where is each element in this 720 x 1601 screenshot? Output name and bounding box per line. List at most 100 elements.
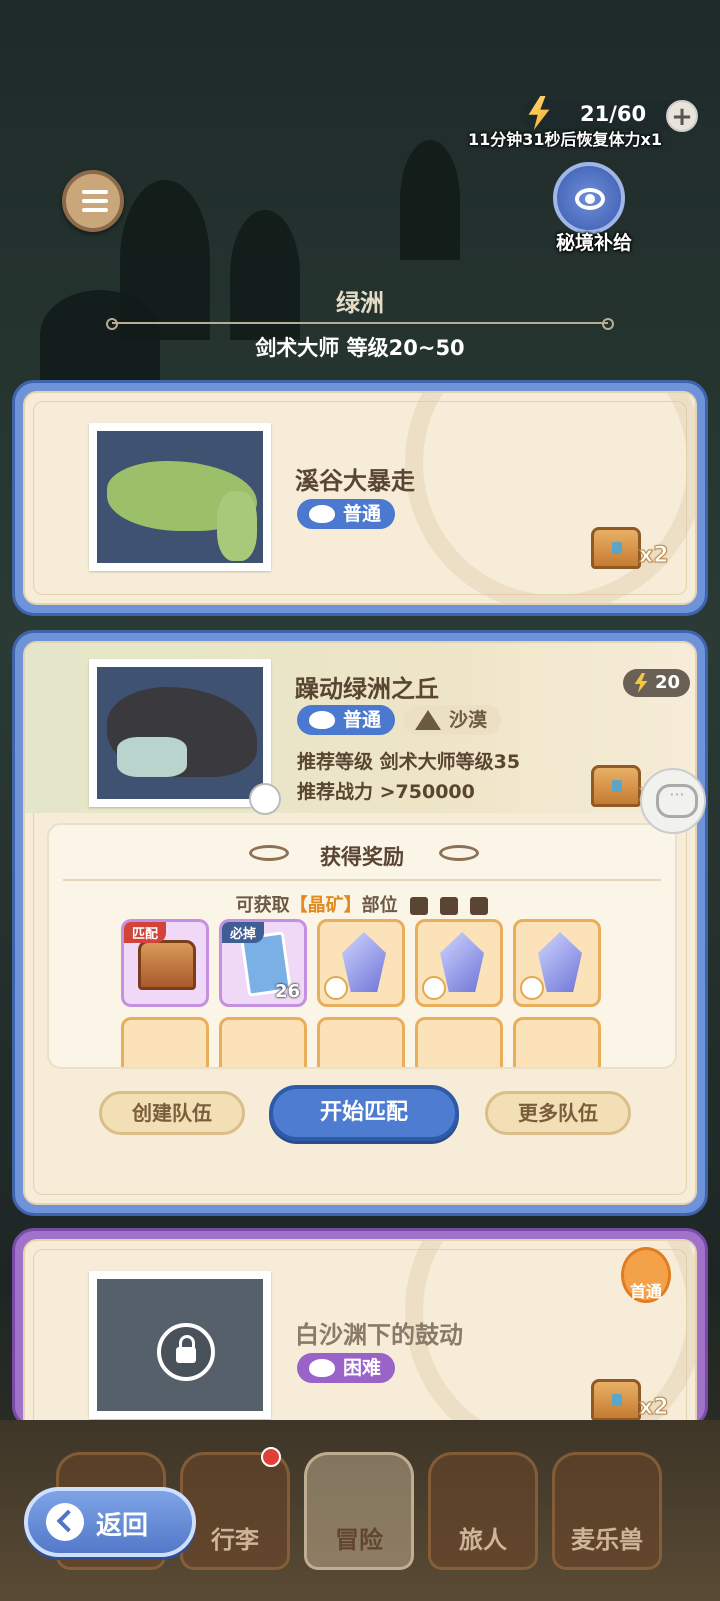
reward-item[interactable]	[219, 1017, 307, 1067]
paw-icon	[309, 711, 335, 729]
palm-silhouette	[230, 210, 300, 340]
sword-icon	[409, 897, 428, 915]
reward-item[interactable]	[317, 1017, 405, 1067]
energy-cost-badge: 20	[623, 669, 691, 697]
item-count: 26	[274, 981, 300, 1002]
dungeon-name: 躁动绿洲之丘	[295, 675, 439, 703]
nav-tab-luggage[interactable]: 行李	[180, 1447, 290, 1570]
reward-panel: 获得奖励 可获取【晶矿】部位 匹配 必掉 26	[47, 823, 677, 1069]
dungeon-name: 溪谷大暴走	[295, 467, 415, 495]
chat-bubble-button[interactable]	[640, 768, 706, 834]
menu-list-button[interactable]	[62, 170, 124, 232]
helmet-icon	[422, 976, 446, 1000]
boss-portrait	[89, 1271, 271, 1419]
back-button[interactable]: 返回	[24, 1487, 196, 1557]
crystal-item-icon	[342, 932, 386, 992]
list-icon	[82, 190, 108, 194]
supply-label[interactable]: 秘境补给	[544, 228, 644, 255]
difficulty-label: 普通	[343, 709, 382, 731]
nav-tab-adventure[interactable]: 冒险	[304, 1452, 414, 1570]
boss-portrait	[89, 659, 281, 815]
nav-tab-label: 冒险	[335, 1526, 383, 1554]
first-clear-label: 首通	[629, 1282, 662, 1301]
locked-boss-image	[97, 1279, 263, 1411]
boss-portrait	[89, 423, 271, 571]
item-ribbon: 必掉	[222, 922, 265, 943]
notification-dot	[261, 1447, 281, 1467]
difficulty-badge: 普通	[297, 499, 396, 529]
lock-icon	[157, 1323, 215, 1381]
nav-tab-traveler[interactable]: 旅人	[428, 1452, 538, 1570]
reward-item[interactable]: 匹配	[121, 919, 209, 1007]
reward-multiplier: x2	[639, 543, 669, 569]
item-ribbon: 匹配	[124, 922, 167, 943]
crystal-item-icon	[538, 932, 582, 992]
treasure-chest-icon	[591, 1379, 641, 1421]
terrain-label: 沙漠	[449, 709, 488, 731]
difficulty-label: 普通	[343, 503, 382, 525]
difficulty-badge: 困难	[297, 1353, 396, 1383]
nav-tab-label: 旅人	[459, 1526, 507, 1554]
supply-button[interactable]	[553, 162, 625, 234]
stamina-value: 21/60	[580, 102, 647, 126]
moon-decoration	[405, 393, 695, 603]
dungeon-card-selected[interactable]: 躁动绿洲之丘 20 普通 沙漠 推荐等级 剑术大师等级35 推荐战力 >7500…	[12, 630, 708, 1216]
pants-icon	[520, 976, 544, 1000]
area-subtitle: 剑术大师 等级20~50	[255, 336, 465, 360]
crystal-item-icon	[440, 932, 484, 992]
boss-image	[97, 667, 263, 799]
recommend-level: 推荐等级 剑术大师等级35	[297, 751, 521, 773]
reward-item[interactable]	[513, 1017, 601, 1067]
dungeon-card-body: 躁动绿洲之丘 20 普通 沙漠 推荐等级 剑术大师等级35 推荐战力 >7500…	[23, 641, 697, 1205]
stamina-recover-text: 11分钟31秒后恢复体力x1	[468, 130, 662, 149]
back-label: 返回	[96, 1511, 149, 1541]
difficulty-label: 困难	[343, 1357, 382, 1379]
reward-item[interactable]	[317, 919, 405, 1007]
eye-icon	[575, 188, 605, 210]
energy-bolt-icon	[634, 673, 648, 693]
reward-item[interactable]	[415, 919, 503, 1007]
sword-icon	[324, 976, 348, 1000]
area-title: 绿洲	[336, 289, 384, 317]
nav-tab-pet[interactable]: 麦乐兽	[552, 1452, 662, 1570]
treasure-chest-icon	[591, 765, 641, 807]
reward-source-line: 可获取【晶矿】部位	[49, 891, 675, 917]
dungeon-card-locked[interactable]: 白沙渊下的鼓动 困难 首通 x2	[12, 1228, 708, 1459]
difficulty-badge: 普通	[297, 705, 396, 735]
back-arrow-icon	[46, 1503, 84, 1541]
reward-divider	[63, 879, 661, 881]
reward-multiplier: x2	[639, 1395, 669, 1421]
list-icon-line	[82, 199, 108, 203]
energy-cost: 20	[655, 672, 681, 693]
palm-silhouette	[400, 140, 460, 260]
dungeon-name: 白沙渊下的鼓动	[295, 1321, 463, 1349]
reward-item[interactable]	[415, 1017, 503, 1067]
nav-tab-label: 麦乐兽	[571, 1526, 643, 1554]
zoom-in-icon[interactable]	[249, 783, 281, 815]
paw-icon	[309, 505, 335, 523]
reward-line-highlight: 【晶矿】	[289, 895, 362, 916]
dungeon-card[interactable]: 溪谷大暴走 普通 x2	[12, 380, 708, 616]
helmet-icon	[440, 897, 459, 915]
create-team-button[interactable]: 创建队伍	[99, 1091, 245, 1135]
desert-icon	[415, 710, 441, 730]
reward-line-prefix: 可获取	[235, 895, 290, 916]
reward-item[interactable]	[121, 1017, 209, 1067]
add-stamina-button[interactable]: +	[666, 100, 698, 132]
reward-item[interactable]	[513, 919, 601, 1007]
reward-title: 获得奖励	[320, 845, 404, 869]
nav-tab-label: 行李	[211, 1526, 259, 1554]
more-teams-button[interactable]: 更多队伍	[485, 1091, 631, 1135]
reward-item[interactable]: 必掉 26	[219, 919, 307, 1007]
treasure-chest-icon	[591, 527, 641, 569]
dungeon-card-body: 溪谷大暴走 普通 x2	[23, 391, 697, 605]
pants-icon	[470, 897, 489, 915]
list-icon-line	[82, 208, 108, 212]
paw-icon	[309, 1359, 335, 1377]
first-clear-badge: 首通	[621, 1247, 671, 1303]
chest-item-icon	[138, 940, 196, 990]
start-match-button[interactable]: 开始匹配	[269, 1085, 459, 1141]
boss-image	[97, 431, 263, 563]
area-divider	[106, 318, 614, 330]
ornament-icon	[439, 845, 479, 861]
